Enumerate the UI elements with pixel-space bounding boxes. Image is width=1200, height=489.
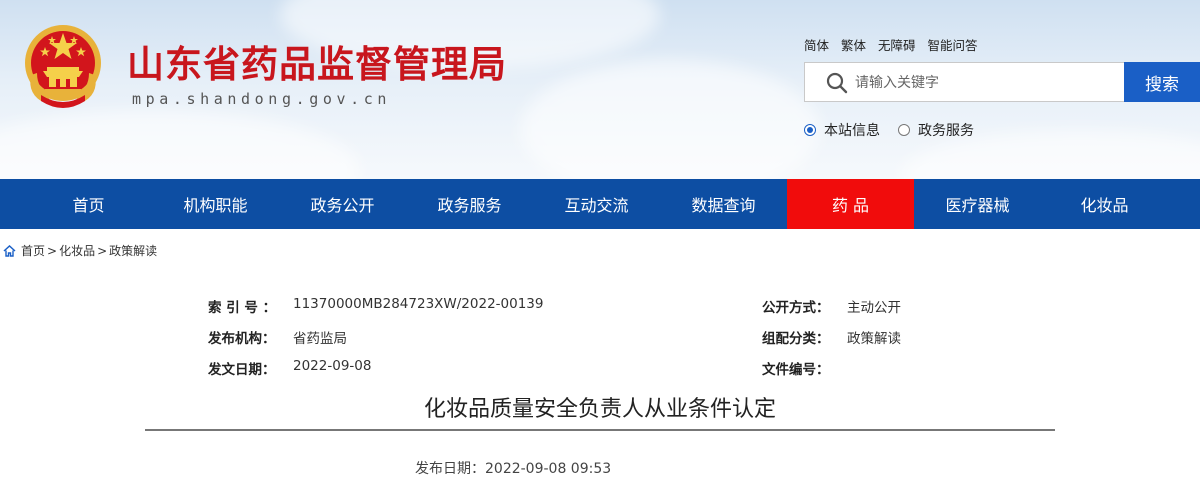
accessibility-link[interactable]: 无障碍 (878, 38, 916, 53)
meta-publisher-row: 发布机构： 省药监局 (208, 327, 543, 358)
nav-item-medical-devices[interactable]: 医疗器械 (914, 179, 1041, 229)
site-url: mpa.shandong.gov.cn (132, 90, 391, 108)
radio-unchecked-icon[interactable] (898, 124, 910, 136)
main-nav: 首页 机构职能 政务公开 政务服务 互动交流 数据查询 药 品 医疗器械 化妆品 (0, 179, 1200, 229)
scope-site-info-label: 本站信息 (824, 123, 880, 139)
meta-right-column: 公开方式： 主动公开 组配分类： 政策解读 文件编号： (762, 296, 901, 389)
breadcrumb-home[interactable]: 首页 (21, 242, 45, 259)
breadcrumb-policy-interpretation[interactable]: 政策解读 (109, 242, 157, 259)
meta-value: 省药监局 (293, 331, 347, 347)
scope-site-info-option[interactable]: 本站信息 (804, 120, 880, 140)
search-button[interactable]: 搜索 (1124, 62, 1200, 102)
site-header: 山东省药品监督管理局 mpa.shandong.gov.cn 简体 繁体 无障碍… (0, 0, 1200, 179)
meta-issue-date-row: 发文日期： 2022-09-08 (208, 358, 543, 389)
breadcrumb-cosmetics[interactable]: 化妆品 (59, 242, 95, 259)
radio-checked-icon[interactable] (804, 124, 816, 136)
background-cloud (520, 60, 820, 179)
breadcrumb-separator: > (97, 243, 108, 258)
search-input[interactable] (855, 71, 1115, 95)
meta-label: 索 引 号 ： (208, 300, 277, 316)
nav-item-data-query[interactable]: 数据查询 (660, 179, 787, 229)
meta-value: 主动公开 (847, 300, 901, 316)
smart-qa-link[interactable]: 智能问答 (928, 38, 978, 53)
home-icon (3, 244, 16, 257)
simplified-chinese-link[interactable]: 简体 (804, 38, 829, 53)
meta-label: 发布机构： (208, 331, 276, 347)
breadcrumb-separator: > (47, 243, 58, 258)
background-cloud (0, 110, 360, 179)
nav-item-organization[interactable]: 机构职能 (152, 179, 279, 229)
meta-document-number-row: 文件编号： (762, 358, 901, 389)
publish-date: 发布日期：2022-09-08 09:53 (415, 461, 612, 477)
meta-label: 公开方式： (762, 300, 830, 316)
meta-value: 11370000MB284723XW/2022-00139 (293, 296, 544, 312)
breadcrumb: 首页 > 化妆品 > 政策解读 (3, 242, 157, 259)
meta-left-column: 索 引 号 ： 11370000MB284723XW/2022-00139 发布… (208, 296, 543, 389)
national-emblem-icon (25, 25, 101, 108)
meta-label: 文件编号： (762, 362, 830, 378)
meta-index-number-row: 索 引 号 ： 11370000MB284723XW/2022-00139 (208, 296, 543, 327)
meta-label: 组配分类： (762, 331, 830, 347)
nav-item-home[interactable]: 首页 (25, 179, 152, 229)
article-title: 化妆品质量安全负责人从业条件认定 (423, 397, 776, 422)
traditional-chinese-link[interactable]: 繁体 (841, 38, 866, 53)
nav-item-gov-services[interactable]: 政务服务 (406, 179, 533, 229)
nav-item-drugs[interactable]: 药 品 (787, 179, 914, 229)
top-links: 简体 繁体 无障碍 智能问答 (804, 35, 986, 54)
search-scope-radio-group: 本站信息 政务服务 (804, 120, 974, 140)
site-title: 山东省药品监督管理局 (127, 43, 507, 86)
meta-label: 发文日期： (208, 362, 276, 378)
meta-value: 2022-09-08 (293, 358, 372, 374)
scope-gov-service-option[interactable]: 政务服务 (898, 120, 974, 140)
meta-disclosure-row: 公开方式： 主动公开 (762, 296, 901, 327)
scope-gov-service-label: 政务服务 (918, 123, 974, 139)
title-divider (145, 429, 1055, 431)
search-box (804, 62, 1125, 102)
nav-item-gov-affairs-open[interactable]: 政务公开 (279, 179, 406, 229)
nav-item-interaction[interactable]: 互动交流 (533, 179, 660, 229)
meta-value: 政策解读 (847, 331, 901, 347)
meta-category-row: 组配分类： 政策解读 (762, 327, 901, 358)
nav-item-cosmetics[interactable]: 化妆品 (1041, 179, 1168, 229)
search-icon (826, 72, 848, 94)
